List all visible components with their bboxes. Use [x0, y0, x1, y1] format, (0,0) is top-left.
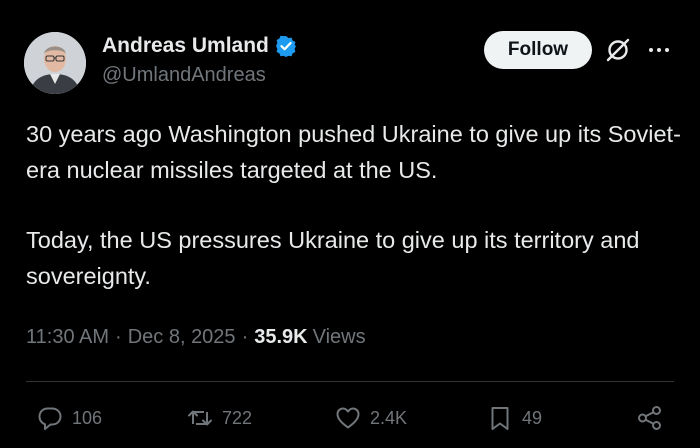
bookmark-icon [491, 407, 509, 430]
reply-count: 106 [72, 407, 103, 428]
author-handle[interactable]: @UmlandAndreas [102, 64, 266, 87]
more-icon[interactable] [645, 36, 673, 64]
tweet-paragraph: 30 years ago Washington pushed Ukraine t… [26, 121, 681, 183]
divider [26, 381, 674, 382]
meta-separator: · [115, 326, 122, 348]
like-icon [336, 407, 360, 429]
share-button[interactable] [636, 398, 664, 438]
tweet-date[interactable]: Dec 8, 2025 [128, 326, 236, 349]
repost-icon [188, 410, 212, 426]
tweet-meta: 11:30 AM · Dec 8, 2025 · 35.9K Views [26, 326, 366, 349]
like-count: 2.4K [370, 407, 408, 428]
tweet-time[interactable]: 11:30 AM [26, 326, 109, 349]
views-count[interactable]: 35.9K [254, 326, 307, 349]
author-name[interactable]: Andreas Umland [102, 34, 269, 58]
views-label: Views [312, 326, 366, 348]
share-icon [638, 406, 661, 430]
bookmark-count: 49 [522, 407, 543, 428]
tweet-paragraph: Today, the US pressures Ukraine to give … [26, 227, 640, 289]
grok-icon[interactable] [604, 36, 632, 64]
follow-button[interactable]: Follow [484, 31, 592, 69]
repost-count: 722 [222, 407, 253, 428]
verified-badge-icon[interactable] [275, 35, 297, 57]
meta-separator: · [241, 326, 249, 348]
bookmark-button[interactable]: 49 [486, 398, 542, 438]
reply-icon [38, 407, 62, 430]
tweet-text: 30 years ago Washington pushed Ukraine t… [26, 116, 686, 328]
reply-button[interactable]: 106 [36, 398, 102, 438]
repost-button[interactable]: 722 [186, 398, 252, 438]
author-name-row: Andreas Umland [102, 34, 297, 58]
tweet-card: Andreas Umland @UmlandAndreas Follow 30 … [0, 0, 700, 448]
like-button[interactable]: 2.4K [334, 398, 407, 438]
avatar[interactable] [24, 32, 86, 94]
action-bar: 106 722 2.4K 49 [0, 398, 700, 438]
